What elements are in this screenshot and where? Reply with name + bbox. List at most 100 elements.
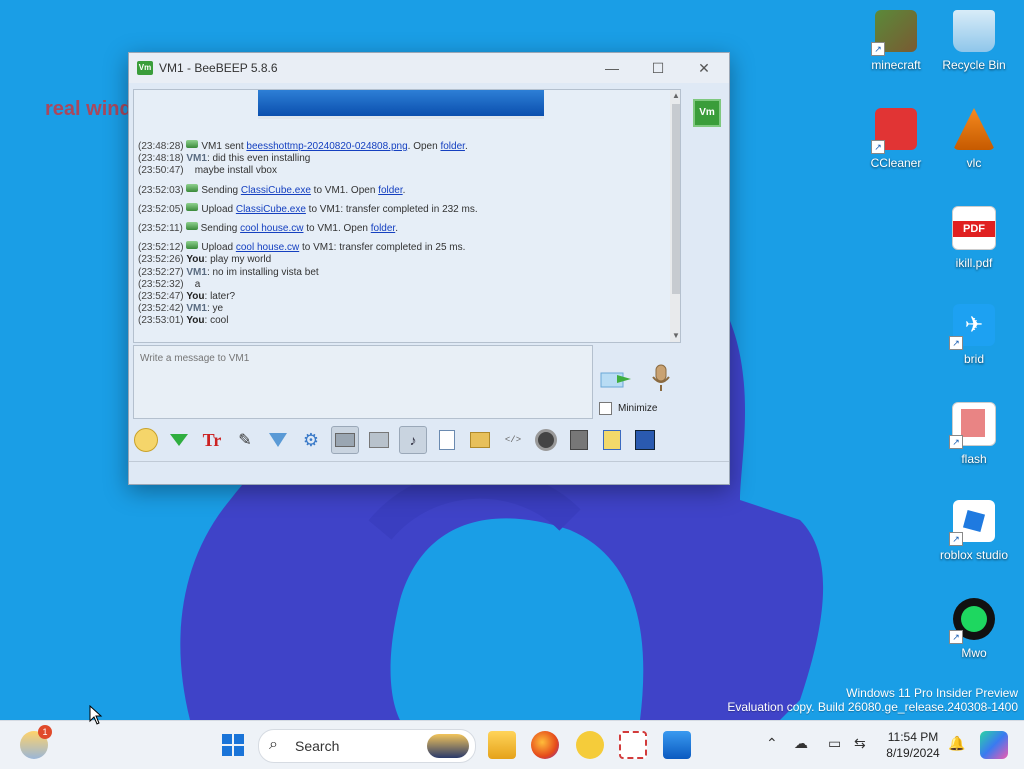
html-icon[interactable]: </> — [500, 427, 526, 453]
message-timestamp: (23:52:47) — [138, 291, 184, 303]
message-text: : did this even installing — [206, 153, 311, 165]
scroll-down-arrow-icon[interactable]: ▼ — [670, 330, 680, 342]
desktop-icon-ikill-pdf[interactable]: PDF ikill.pdf — [934, 206, 1014, 270]
chat-message: (23:50:47) maybe install vbox — [138, 165, 478, 177]
start-button-icon[interactable] — [219, 731, 247, 759]
chat-message: (23:48:18) VM1: did this even installing — [138, 153, 478, 165]
message-link[interactable]: ClassiCube.exe — [241, 185, 311, 196]
message-link[interactable]: cool house.cw — [240, 223, 303, 234]
webcam-icon[interactable] — [533, 427, 559, 453]
title-bar[interactable]: Vm VM1 - BeeBEEP 5.8.6 — ☐ ✕ — [129, 53, 729, 83]
desktop-icon-roblox-studio[interactable]: ↗ roblox studio — [934, 500, 1014, 562]
notification-bell-icon[interactable]: 🔔 — [948, 735, 965, 752]
message-text: : later? — [204, 291, 236, 303]
close-window-button[interactable]: ✕ — [681, 53, 727, 83]
message-text: a — [186, 278, 201, 290]
checkbox-box[interactable] — [599, 402, 612, 415]
message-link[interactable]: folder — [378, 185, 402, 196]
save-icon[interactable] — [632, 427, 658, 453]
message-link[interactable]: folder — [371, 223, 395, 234]
minimize-checkbox[interactable]: Minimize — [599, 402, 657, 415]
message-link[interactable]: beesshottmp-20240820-024808.png — [246, 141, 407, 152]
minimize-window-button[interactable]: — — [589, 53, 635, 83]
desktop-icon-ccleaner[interactable]: ↗ CCleaner — [856, 108, 936, 170]
weather-widget-icon[interactable]: 1 — [20, 725, 52, 759]
window-icon[interactable] — [366, 427, 392, 453]
pen-color-icon[interactable]: ✎ — [232, 427, 258, 453]
mouse-cursor-icon — [89, 705, 103, 725]
beebeep-app-icon: Vm — [137, 61, 153, 75]
message-text: . — [395, 223, 398, 235]
file-transfer-icon — [186, 241, 199, 250]
search-icon: ⌕ — [269, 736, 278, 753]
message-text: : cool — [204, 315, 229, 327]
desktop-icon-minecraft[interactable]: ↗ minecraft — [856, 10, 936, 72]
windows-watermark: Windows 11 Pro Insider Preview Evaluatio… — [727, 686, 1018, 714]
message-text: . — [464, 141, 468, 152]
chat-message: (23:52:05) Upload ClassiCube.exe to VM1:… — [138, 202, 478, 216]
user-vm1-avatar[interactable]: Vm — [693, 99, 721, 127]
music-icon[interactable]: ♪ — [399, 426, 427, 454]
maximize-window-button[interactable]: ☐ — [635, 53, 681, 83]
message-link[interactable]: ClassiCube.exe — [236, 204, 306, 215]
chat-scrollbar[interactable]: ▲ ▼ — [670, 90, 680, 342]
weather-badge: 1 — [38, 725, 52, 739]
note-icon[interactable] — [599, 427, 625, 453]
desktop-icon-flash[interactable]: ↗ flash — [934, 402, 1014, 466]
file-explorer-icon[interactable] — [488, 731, 516, 759]
display-icon[interactable]: ▭ — [828, 735, 841, 752]
font-icon[interactable]: Tr — [199, 427, 225, 453]
message-text: to VM1. Open — [303, 223, 371, 235]
message-timestamp: (23:52:12) — [138, 242, 184, 254]
taskbar-search[interactable]: ⌕ Search — [258, 729, 476, 763]
message-text: . Open — [407, 141, 441, 152]
chat-message: (23:52:11) Sending cool house.cw to VM1.… — [138, 222, 478, 235]
desktop-icon-recycle-bin[interactable]: Recycle Bin — [934, 10, 1014, 72]
message-timestamp: (23:52:27) — [138, 266, 184, 278]
emoticons-icon[interactable] — [133, 427, 159, 453]
twitter-bird-icon: ✈ ↗ — [949, 304, 995, 350]
desktop-icon-mwo[interactable]: ↗ Mwo — [934, 598, 1014, 660]
message-timestamp: (23:53:01) — [138, 315, 184, 327]
chat-history[interactable]: (23:48:28) VM1 sent beesshottmp-20240820… — [133, 89, 681, 343]
cloud-offline-icon[interactable]: ☁ — [794, 735, 808, 752]
chat-message: (23:52:42) VM1: ye — [138, 303, 478, 315]
desktop-icon-brid[interactable]: ✈ ↗ brid — [934, 304, 1014, 366]
settings-gear-icon[interactable]: ⚙ — [298, 427, 324, 453]
vlc-cone-icon — [953, 108, 995, 150]
message-timestamp: (23:52:03) — [138, 184, 184, 196]
search-highlight-image — [427, 734, 469, 758]
message-link[interactable]: folder — [440, 141, 464, 152]
snipping-tool-icon[interactable] — [619, 731, 647, 759]
wallpaper-text: real wind — [45, 98, 132, 120]
scroll-up-arrow-icon[interactable]: ▲ — [670, 90, 680, 102]
copilot-icon[interactable] — [980, 731, 1008, 759]
message-text: Sending — [200, 223, 241, 235]
chevron-up-icon[interactable]: ⌃ — [766, 735, 778, 752]
ccleaner-icon: ↗ — [871, 108, 917, 154]
message-input-area[interactable] — [133, 345, 593, 419]
send-file-icon[interactable] — [434, 427, 460, 453]
screenshot-thumbnail[interactable] — [258, 90, 544, 119]
message-sender: VM1 — [186, 266, 207, 278]
send-message-icon[interactable] — [599, 367, 633, 391]
filter-icon[interactable] — [265, 427, 291, 453]
message-timestamp: (23:48:28) — [138, 141, 184, 152]
clock[interactable]: 11:54 PM 8/19/2024 — [878, 729, 948, 761]
taskbar: 1 ⌕ Search ⌃ ☁ ▭ ⇆ 11:54 PM 8/19/2024 🔔 — [0, 720, 1024, 769]
microphone-icon[interactable] — [649, 363, 673, 395]
firefox-icon[interactable] — [531, 731, 559, 759]
message-input[interactable] — [138, 352, 582, 365]
minimize-label: Minimize — [618, 403, 658, 414]
screenshot-icon[interactable] — [331, 426, 359, 454]
send-folder-icon[interactable] — [467, 427, 493, 453]
scrollbar-thumb[interactable] — [672, 104, 680, 294]
green-arrow-icon[interactable] — [166, 427, 192, 453]
beebeep-taskbar-icon[interactable] — [576, 731, 604, 759]
calculator-icon[interactable] — [566, 427, 592, 453]
chat-message: (23:52:47) You: later? — [138, 291, 478, 303]
network-icon[interactable]: ⇆ — [854, 735, 866, 752]
photos-icon[interactable] — [663, 731, 691, 759]
desktop-icon-vlc[interactable]: vlc — [934, 108, 1014, 170]
message-link[interactable]: cool house.cw — [236, 242, 299, 253]
